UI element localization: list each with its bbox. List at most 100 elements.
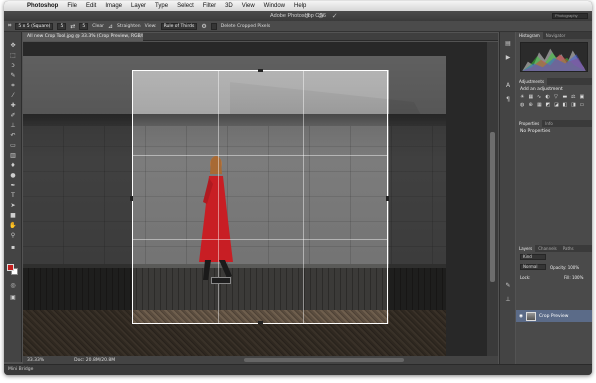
path-select-tool-icon[interactable]: ➤: [8, 202, 18, 209]
posterize-icon[interactable]: ◪: [554, 102, 563, 108]
brush-tool-icon[interactable]: ✐: [8, 112, 18, 119]
menu-select[interactable]: Select: [177, 3, 194, 9]
crop-handle-right[interactable]: [386, 196, 389, 201]
history-brush-tool-icon[interactable]: ↶: [8, 132, 18, 139]
crop-box[interactable]: [130, 69, 389, 324]
tab-properties[interactable]: Properties: [516, 120, 543, 127]
tab-histogram[interactable]: Histogram: [516, 32, 543, 39]
tab-navigator[interactable]: Navigator: [543, 32, 569, 39]
shape-tool-icon[interactable]: ■: [8, 212, 18, 219]
crop-handle-top[interactable]: [258, 69, 263, 72]
menu-3d[interactable]: 3D: [225, 3, 233, 9]
pen-tool-icon[interactable]: ✒: [8, 182, 18, 189]
vertical-scrollbar[interactable]: [487, 42, 498, 356]
clone-stamp-tool-icon[interactable]: ⊥: [8, 122, 18, 129]
straighten-button[interactable]: Straighten: [117, 24, 141, 29]
lasso-tool-icon[interactable]: ↄ: [8, 62, 18, 69]
tab-channels[interactable]: Channels: [535, 245, 560, 252]
menu-layer[interactable]: Layer: [131, 3, 146, 9]
bw-icon[interactable]: ▣: [580, 94, 589, 100]
crop-handle-left[interactable]: [130, 196, 133, 201]
crop-tool-icon[interactable]: ⌗: [8, 82, 18, 89]
history-panel-icon[interactable]: ▤: [503, 40, 513, 48]
menu-filter[interactable]: Filter: [203, 3, 216, 9]
quick-mask-icon[interactable]: ◎: [8, 282, 18, 289]
mini-bridge-bar[interactable]: Mini Bridge: [4, 364, 592, 375]
gradient-tool-icon[interactable]: ▥: [8, 152, 18, 159]
exposure-icon[interactable]: ◐: [546, 94, 555, 100]
default-colors-icon[interactable]: ▪: [8, 244, 18, 251]
reset-icon[interactable]: ↺: [304, 12, 310, 20]
quick-select-tool-icon[interactable]: ✎: [8, 72, 18, 79]
tab-info[interactable]: Info: [542, 120, 556, 127]
move-tool-icon[interactable]: ✥: [8, 42, 18, 49]
document-tab[interactable]: All new Crop Tool.jpg @ 33.3% (Crop Prev…: [23, 33, 143, 41]
cancel-crop-icon[interactable]: ⊘: [318, 12, 324, 20]
menu-edit[interactable]: Edit: [86, 3, 96, 9]
character-panel-icon[interactable]: A: [503, 82, 513, 90]
actions-panel-icon[interactable]: ▶: [503, 54, 513, 62]
overlay-view-select[interactable]: Rule of Thirds: [160, 22, 198, 30]
tab-layers[interactable]: Layers: [516, 245, 536, 252]
crop-width-field[interactable]: 5: [57, 22, 67, 30]
workspace-switcher[interactable]: Photography: [552, 13, 588, 19]
color-balance-icon[interactable]: ⚖: [571, 94, 580, 100]
swap-icon[interactable]: ⇄: [70, 23, 75, 30]
gradient-map-icon[interactable]: ▭: [580, 102, 589, 108]
brightness-icon[interactable]: ☀: [520, 94, 529, 100]
menu-type[interactable]: Type: [155, 3, 168, 9]
crop-tool-preset-icon[interactable]: ⌗: [8, 22, 11, 30]
healing-tool-icon[interactable]: ✚: [8, 102, 18, 109]
selective-color-icon[interactable]: ◨: [571, 102, 580, 108]
menu-view[interactable]: View: [242, 3, 255, 9]
marquee-tool-icon[interactable]: ⬚: [8, 52, 18, 59]
horizontal-scroll-thumb[interactable]: [244, 358, 404, 362]
paragraph-panel-icon[interactable]: ¶: [503, 96, 513, 104]
opacity-field[interactable]: Opacity: 100%: [550, 265, 579, 270]
channel-mixer-icon[interactable]: ⊕: [529, 102, 538, 108]
menu-image[interactable]: Image: [105, 3, 122, 9]
invert-icon[interactable]: ◩: [546, 102, 555, 108]
gear-icon[interactable]: ⚙: [201, 23, 206, 30]
eraser-tool-icon[interactable]: ▭: [8, 142, 18, 149]
clear-button[interactable]: Clear: [92, 24, 104, 29]
blend-mode-select[interactable]: Normal: [520, 264, 546, 270]
type-tool-icon[interactable]: T: [8, 192, 18, 199]
hue-sat-icon[interactable]: ▬: [563, 94, 572, 100]
commit-crop-icon[interactable]: ✓: [332, 12, 338, 20]
zoom-tool-icon[interactable]: ⚲: [8, 232, 18, 239]
vertical-scroll-thumb[interactable]: [490, 132, 495, 282]
menu-file[interactable]: File: [67, 3, 77, 9]
layer-kind-filter[interactable]: Kind: [520, 254, 546, 260]
tab-adjustments[interactable]: Adjustments: [516, 78, 548, 85]
color-lookup-icon[interactable]: ▦: [537, 102, 546, 108]
vibrance-icon[interactable]: ▽: [554, 94, 563, 100]
clone-source-panel-icon[interactable]: ⊥: [503, 296, 513, 304]
dodge-tool-icon[interactable]: ●: [8, 172, 18, 179]
menu-window[interactable]: Window: [264, 3, 285, 9]
crop-commit-widget[interactable]: [211, 277, 231, 284]
aspect-ratio-select[interactable]: 5 x 5 (Square): [15, 22, 54, 30]
layer-row-crop-preview[interactable]: ◉ Crop Preview: [516, 310, 592, 322]
foreground-color-swatch[interactable]: [7, 264, 14, 271]
curves-icon[interactable]: ∿: [537, 94, 546, 100]
screen-mode-icon[interactable]: ▣: [8, 294, 18, 301]
eyedropper-tool-icon[interactable]: ⁄: [8, 92, 18, 99]
delete-cropped-checkbox[interactable]: [210, 22, 217, 30]
tab-paths[interactable]: Paths: [560, 245, 577, 252]
zoom-level[interactable]: 33.33%: [27, 358, 44, 363]
crop-handle-bottom[interactable]: [258, 321, 263, 324]
levels-icon[interactable]: ▦: [529, 94, 538, 100]
blur-tool-icon[interactable]: ♦: [8, 162, 18, 169]
fill-field[interactable]: Fill: 100%: [564, 275, 583, 280]
menu-photoshop[interactable]: Photoshop: [27, 3, 58, 9]
threshold-icon[interactable]: ◧: [563, 102, 572, 108]
straighten-icon[interactable]: ⊿: [108, 23, 113, 30]
hand-tool-icon[interactable]: ✋: [8, 222, 18, 229]
crop-height-field[interactable]: 5: [79, 22, 89, 30]
brushes-panel-icon[interactable]: ✎: [503, 282, 513, 290]
canvas-area[interactable]: [23, 42, 498, 356]
layer-name[interactable]: Crop Preview: [539, 314, 568, 319]
eye-icon[interactable]: ◉: [519, 314, 523, 319]
menu-help[interactable]: Help: [294, 3, 306, 9]
